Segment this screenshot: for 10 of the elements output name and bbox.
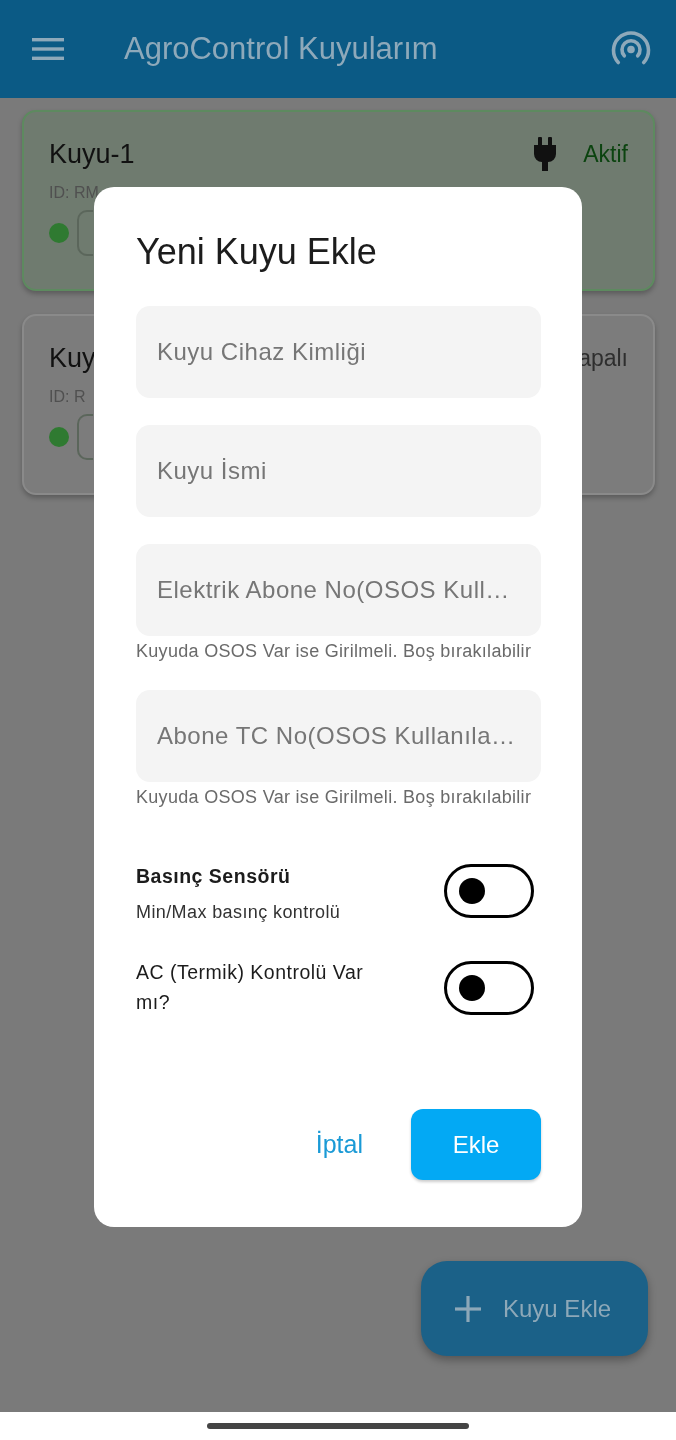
status-label: Aktif — [583, 140, 628, 169]
switch-description: Min/Max basınç kontrolü — [136, 901, 341, 923]
helper-text: Kuyuda OSOS Var ise Girilmeli. Boş bırakılabilir — [136, 641, 532, 661]
well-name: Kuy — [49, 342, 96, 376]
dialog-title: Yeni Kuyu Ekle — [136, 231, 377, 273]
switch-label: Basınç Sensörü — [136, 864, 291, 888]
switch-label: AC (Termik) Kontrolü Var mı? — [136, 960, 365, 1015]
helper-text: Kuyuda OSOS Var ise Girilmeli. Boş bırakılabilir — [136, 787, 532, 807]
well-name: Kuyu-1 — [49, 138, 135, 172]
app-title: AgroControl Kuyularım — [124, 29, 438, 68]
